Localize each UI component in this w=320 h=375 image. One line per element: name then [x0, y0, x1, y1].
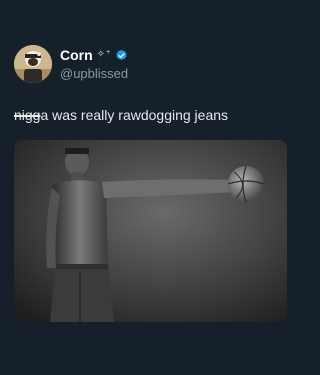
avatar[interactable] — [14, 45, 52, 83]
tweet-text: nigga was really rawdogging jeans — [14, 106, 228, 124]
tweet-media-photo[interactable] — [14, 140, 287, 322]
photo-image-icon — [14, 140, 287, 322]
avatar-image-icon — [14, 45, 52, 83]
verified-badge-icon — [115, 49, 128, 62]
user-handle[interactable]: @upblissed — [60, 65, 128, 83]
display-name-row: Corn ✧⁺ — [60, 46, 128, 64]
tweet-text-rest: a was really rawdogging jeans — [40, 107, 229, 123]
tweet-card: Corn ✧⁺ @upblissed nigga was really rawd… — [0, 0, 300, 375]
author-block: Corn ✧⁺ @upblissed — [60, 46, 128, 83]
display-name[interactable]: Corn — [60, 46, 93, 64]
tweet-text-struck: nigg — [14, 107, 41, 123]
sparkle-icon: ✧⁺ — [96, 49, 112, 60]
